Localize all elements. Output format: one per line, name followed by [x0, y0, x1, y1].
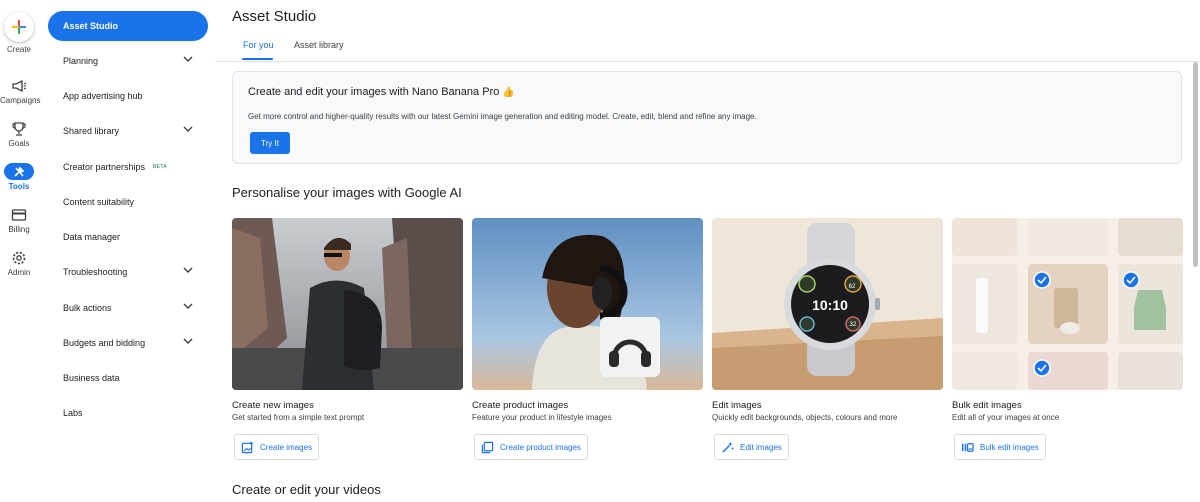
tab-for-you[interactable]: For you [243, 40, 274, 50]
card-description: Quickly edit backgrounds, objects, colou… [712, 413, 898, 422]
button-label: Edit images [740, 442, 782, 452]
rail-item-admin[interactable]: Admin [0, 250, 38, 277]
card-bulk-edit-images: Bulk edit images Edit all of your images… [952, 218, 1183, 460]
credit-card-icon [11, 209, 27, 221]
chevron-down-icon [183, 338, 193, 344]
tools-icon [4, 163, 34, 180]
sidebar-item-labs[interactable]: Labs [48, 398, 208, 428]
rail-item-campaigns[interactable]: Campaigns [0, 78, 41, 105]
sidebar: Asset Studio Planning App advertising hu… [44, 0, 214, 502]
sidebar-item-label: Labs [63, 408, 83, 418]
card-title: Edit images [712, 400, 762, 411]
megaphone-icon [12, 79, 27, 93]
sidebar-item-bulk-actions[interactable]: Bulk actions [48, 293, 208, 323]
banner-description: Get more control and higher-quality resu… [248, 112, 757, 121]
sidebar-item-planning[interactable]: Planning [48, 46, 208, 76]
banner-title-text: Create and edit your images with Nano Ba… [248, 86, 500, 98]
sidebar-item-label: Creator partnerships [63, 162, 146, 172]
watch-dial-value: 32 [850, 322, 857, 328]
sidebar-item-data-manager[interactable]: Data manager [48, 222, 208, 252]
create-button[interactable]: Create [0, 12, 38, 54]
rail-item-billing[interactable]: Billing [0, 207, 38, 234]
sidebar-item-app-advertising-hub[interactable]: App advertising hub [48, 81, 208, 111]
create-label: Create [6, 45, 31, 54]
sidebar-item-label: Business data [63, 373, 120, 383]
product-image-icon [481, 441, 494, 453]
scrollbar-thumb[interactable] [1193, 62, 1198, 267]
button-label: Create images [260, 442, 313, 452]
rail-label: Admin [7, 268, 31, 277]
card-title: Bulk edit images [952, 400, 1022, 411]
bulk-edit-images-button[interactable]: Bulk edit images [954, 434, 1046, 460]
magic-wand-icon [722, 441, 734, 453]
sidebar-item-label: Bulk actions [63, 303, 112, 313]
sidebar-item-label: App advertising hub [63, 91, 143, 101]
promo-banner: Create and edit your images with Nano Ba… [232, 71, 1182, 164]
card-create-new-images: Create new images Get started from a sim… [232, 218, 463, 460]
section-title-videos: Create or edit your videos [232, 482, 381, 497]
rail-item-tools[interactable]: Tools [0, 163, 38, 191]
sidebar-item-business-data[interactable]: Business data [48, 363, 208, 393]
card-image-man-backpack [232, 218, 463, 390]
rail-label: Billing [8, 225, 30, 234]
chevron-down-icon [183, 267, 193, 273]
card-edit-images: 10:10 62 32 Edit images Quickly edit bac… [712, 218, 943, 460]
sidebar-item-creator-partnerships[interactable]: Creator partnerships BETA [48, 152, 208, 182]
tab-asset-library[interactable]: Asset library [294, 40, 344, 50]
nav-rail: Create Campaigns Goals Tools Billing Adm… [0, 0, 41, 502]
sidebar-item-label: Data manager [63, 232, 121, 242]
card-title: Create product images [472, 400, 569, 411]
sidebar-item-budgets-and-bidding[interactable]: Budgets and bidding [48, 328, 208, 358]
watch-dial-value: 62 [849, 284, 856, 290]
sidebar-item-label: Budgets and bidding [63, 338, 146, 348]
watch-time: 10:10 [812, 297, 848, 313]
card-create-product-images: Create product images Feature your produ… [472, 218, 703, 460]
rail-label: Goals [8, 139, 30, 148]
rail-label: Tools [8, 182, 30, 191]
card-image-smartwatch: 10:10 62 32 [712, 218, 943, 390]
trophy-icon [12, 122, 26, 136]
gear-icon [12, 251, 26, 265]
sidebar-item-label: Planning [63, 56, 99, 66]
sidebar-item-shared-library[interactable]: Shared library [48, 116, 208, 146]
banner-title: Create and edit your images with Nano Ba… [248, 86, 515, 98]
chevron-down-icon [183, 303, 193, 309]
section-title-images: Personalise your images with Google AI [232, 185, 462, 200]
tabs-divider [215, 61, 1200, 62]
rail-label: Campaigns [0, 96, 41, 105]
chevron-down-icon [183, 126, 193, 132]
beta-badge: BETA [153, 164, 167, 170]
active-tab-indicator [242, 58, 273, 60]
card-image-woman-headphones [472, 218, 703, 390]
sidebar-item-label: Troubleshooting [63, 267, 128, 277]
card-description: Edit all of your images at once [952, 413, 1060, 422]
plus-icon [4, 12, 34, 42]
chevron-down-icon [183, 56, 193, 62]
rail-item-goals[interactable]: Goals [0, 121, 38, 148]
sidebar-item-content-suitability[interactable]: Content suitability [48, 187, 208, 217]
add-image-icon [241, 440, 254, 453]
page-title: Asset Studio [232, 8, 317, 25]
sidebar-item-asset-studio[interactable]: Asset Studio [48, 11, 208, 41]
button-label: Bulk edit images [980, 442, 1039, 452]
card-description: Get started from a simple text prompt [232, 413, 365, 422]
card-description: Feature your product in lifestyle images [472, 413, 612, 422]
card-title: Create new images [232, 400, 314, 411]
sidebar-item-label: Shared library [63, 126, 120, 136]
bulk-edit-icon [961, 442, 974, 452]
try-it-button[interactable]: Try It [250, 132, 290, 154]
sidebar-item-label: Content suitability [63, 197, 135, 207]
thumbs-up-icon: 👍 [502, 87, 515, 98]
sidebar-item-troubleshooting[interactable]: Troubleshooting [48, 257, 208, 287]
sidebar-item-label: Asset Studio [63, 21, 119, 31]
edit-images-button[interactable]: Edit images [714, 434, 789, 460]
main-content: Asset Studio For you Asset library Creat… [215, 0, 1200, 502]
card-image-product-grid [952, 218, 1183, 390]
create-product-images-button[interactable]: Create product images [474, 434, 588, 460]
button-label: Create product images [500, 442, 581, 452]
create-images-button[interactable]: Create images [234, 434, 320, 460]
